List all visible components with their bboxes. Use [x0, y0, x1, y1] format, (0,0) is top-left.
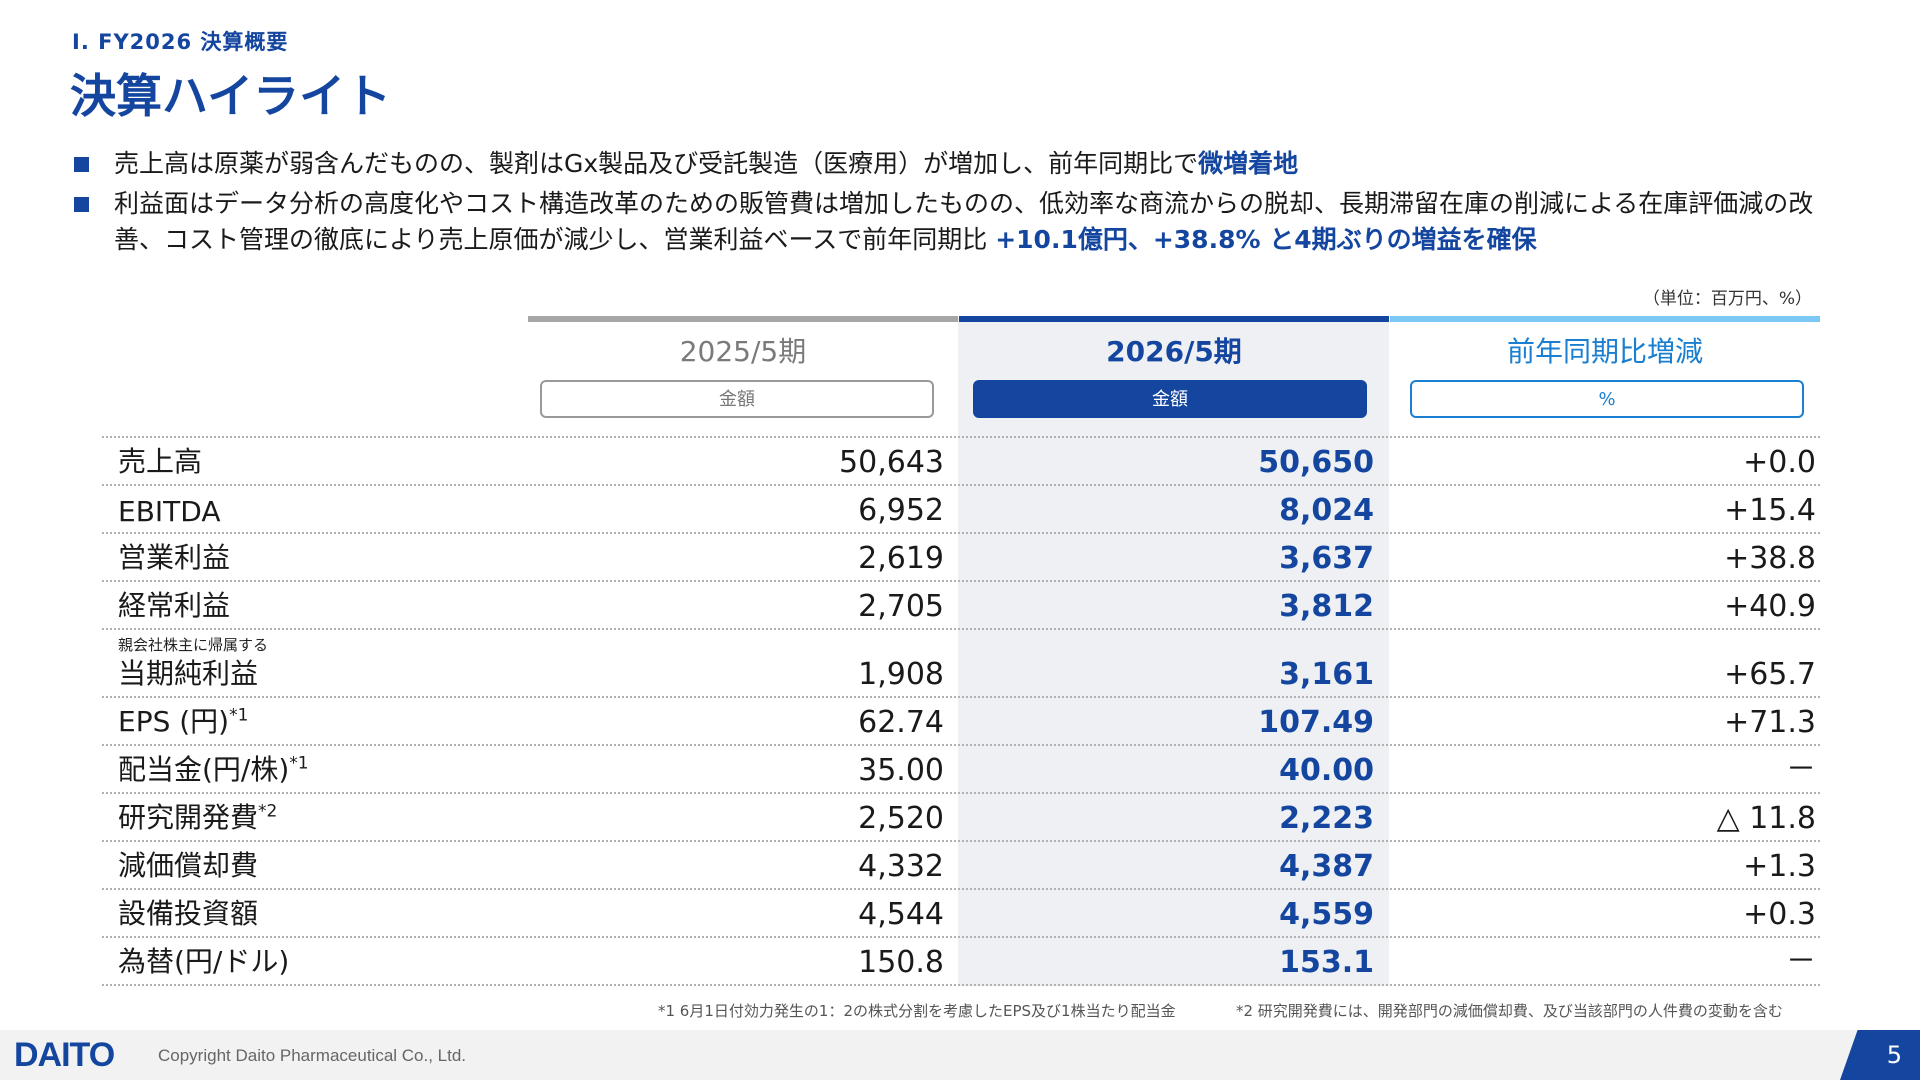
column-header-diff: 前年同期比増減	[1506, 335, 1703, 368]
column-header-prev: 2025/5期	[679, 335, 807, 368]
subheader-prev-amount: 金額	[540, 380, 934, 418]
results-table: 売上高 50,643 50,650 +0.0 EBITDA 6,952 8,024 +15.4…	[102, 436, 1820, 986]
bullet-sales: 売上高は原薬が弱含んだものの、製剤はGx製品及び受託製造（医療用）が増加し、前年…	[72, 146, 1852, 182]
square-bullet-icon	[74, 157, 89, 172]
page-number: 5	[1886, 1041, 1902, 1069]
value-prev: 4,332	[858, 849, 944, 884]
footnote-marker: *2	[258, 801, 278, 822]
value-curr: 3,637	[1279, 541, 1374, 576]
value-prev: 150.8	[858, 945, 944, 980]
table-row: 配当金(円/株)*1 35.00 40.00 －	[102, 746, 1820, 794]
value-curr: 2,223	[1279, 801, 1374, 836]
value-curr: 3,161	[1279, 657, 1374, 692]
table-row: 営業利益 2,619 3,637 +38.8	[102, 534, 1820, 582]
table-row: 設備投資額 4,544 4,559 +0.3	[102, 890, 1820, 938]
value-curr: 4,387	[1279, 849, 1374, 884]
table-row: 研究開発費*2 2,520 2,223 △ 11.8	[102, 794, 1820, 842]
value-diff: △ 11.8	[1716, 801, 1816, 836]
row-label: 研究開発費*2	[118, 801, 278, 834]
value-diff: +0.0	[1743, 445, 1816, 480]
unit-note: （単位：百万円、%）	[1642, 289, 1812, 309]
footnote-1: *1 6月1日付効力発生の1：2の株式分割を考慮したEPS及び1株当たり配当金	[658, 1002, 1176, 1020]
row-label: 経常利益	[118, 589, 231, 622]
row-label: 配当金(円/株)*1	[118, 753, 309, 786]
prev-column-bar	[528, 316, 958, 322]
curr-column-bar	[959, 316, 1389, 322]
subheader-diff-percent: %	[1410, 380, 1804, 418]
diff-column-bar	[1390, 316, 1820, 322]
value-curr: 50,650	[1258, 445, 1374, 480]
summary-bullets: 売上高は原薬が弱含んだものの、製剤はGx製品及び受託製造（医療用）が増加し、前年…	[72, 146, 1852, 262]
value-prev: 4,544	[858, 897, 944, 932]
footnote-2: *2 研究開発費には、開発部門の減価償却費、及び当該部門の人件費の変動を含む	[1236, 1002, 1783, 1020]
row-label: 当期純利益	[118, 657, 259, 690]
value-prev: 6,952	[858, 493, 944, 528]
value-diff: +65.7	[1724, 657, 1816, 692]
table-row: 売上高 50,643 50,650 +0.0	[102, 438, 1820, 486]
table-row: EPS (円)*1 62.74 107.49 +71.3	[102, 698, 1820, 746]
highlight-text: 微増着地	[1198, 149, 1299, 178]
row-label: 設備投資額	[118, 897, 259, 930]
row-label: 為替(円/ドル)	[118, 945, 290, 978]
column-header-curr: 2026/5期	[1106, 335, 1242, 368]
value-diff: +38.8	[1724, 541, 1816, 576]
value-prev: 2,705	[858, 589, 944, 624]
value-curr: 153.1	[1279, 945, 1374, 980]
square-bullet-icon	[74, 197, 89, 212]
row-label: 営業利益	[118, 541, 231, 574]
table-row: 減価償却費 4,332 4,387 +1.3	[102, 842, 1820, 890]
value-diff: +40.9	[1724, 589, 1816, 624]
table-row: 親会社株主に帰属する 当期純利益 1,908 3,161 +65.7	[102, 630, 1820, 698]
row-label: 減価償却費	[118, 849, 259, 882]
section-label: Ⅰ. FY2026 決算概要	[72, 30, 289, 54]
value-prev: 1,908	[858, 657, 944, 692]
footnote-marker: *1	[229, 705, 249, 726]
subheader-curr-amount: 金額	[973, 380, 1367, 418]
value-prev: 50,643	[839, 445, 944, 480]
value-diff: +1.3	[1743, 849, 1816, 884]
value-prev: 62.74	[858, 705, 944, 740]
value-prev: 35.00	[858, 753, 944, 788]
highlight-text: +10.1億円、+38.8% と4期ぶりの増益を確保	[995, 225, 1537, 254]
value-curr: 3,812	[1279, 589, 1374, 624]
value-curr: 107.49	[1258, 705, 1374, 740]
copyright-text: Copyright Daito Pharmaceutical Co., Ltd.	[158, 1046, 467, 1065]
company-logo: DAITO	[14, 1036, 115, 1074]
row-label: 売上高	[118, 445, 203, 478]
value-diff: +0.3	[1743, 897, 1816, 932]
table-row: EBITDA 6,952 8,024 +15.4	[102, 486, 1820, 534]
value-diff: +15.4	[1724, 493, 1816, 528]
page-title: 決算ハイライト	[70, 69, 392, 123]
value-prev: 2,619	[858, 541, 944, 576]
row-label: EBITDA	[118, 495, 221, 528]
table-row: 経常利益 2,705 3,812 +40.9	[102, 582, 1820, 630]
value-diff: －	[1786, 944, 1816, 979]
footnote-marker: *1	[289, 753, 309, 774]
value-diff: －	[1786, 752, 1816, 787]
bullet-profit: 利益面はデータ分析の高度化やコスト構造改革のための販管費は増加したものの、低効率…	[72, 186, 1852, 258]
value-prev: 2,520	[858, 801, 944, 836]
table-row: 為替(円/ドル) 150.8 153.1 －	[102, 938, 1820, 986]
value-curr: 4,559	[1279, 897, 1374, 932]
value-curr: 40.00	[1279, 753, 1374, 788]
value-curr: 8,024	[1279, 493, 1374, 528]
value-diff: +71.3	[1724, 705, 1816, 740]
row-label: EPS (円)*1	[118, 705, 249, 738]
